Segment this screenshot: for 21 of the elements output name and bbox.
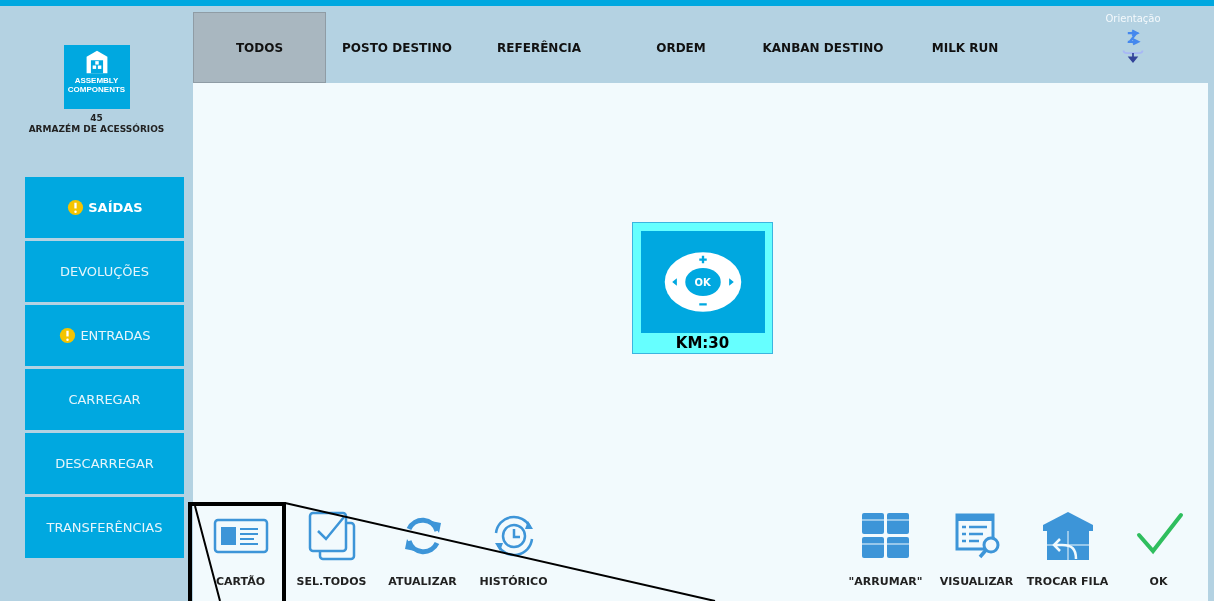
tab[interactable]: POSTO DESTINO xyxy=(326,12,468,83)
orientation-icon[interactable] xyxy=(1120,28,1146,66)
kanban-card[interactable]: OK KM:30 xyxy=(632,222,773,354)
warehouse-name: ARMAZÉM DE ACESSÓRIOS xyxy=(28,124,165,135)
toolbar-button[interactable]: SEL.TODOS xyxy=(286,503,377,601)
warehouse-number: 45 xyxy=(90,113,103,123)
ok-label: OK xyxy=(694,276,711,288)
tab[interactable]: REFERÊNCIA xyxy=(468,12,610,83)
toolbar-button[interactable]: OK xyxy=(1113,503,1204,601)
logo-text: ASSEMBLY COMPONENTS xyxy=(66,76,127,94)
orientation-label: Orientação xyxy=(1105,13,1161,24)
toolbar-button[interactable]: HISTÓRICO xyxy=(468,503,559,601)
tab[interactable]: MILK RUN xyxy=(894,12,1036,83)
tab[interactable]: ORDEM xyxy=(610,12,752,83)
toolbar-button[interactable]: TROCAR FILA xyxy=(1022,503,1113,601)
toolbar-button[interactable]: ATUALIZAR xyxy=(377,503,468,601)
card-label: KM:30 xyxy=(675,333,730,353)
toolbar-button[interactable]: "ARRUMAR" xyxy=(840,503,931,601)
toolbar-button[interactable]: VISUALIZAR xyxy=(931,503,1022,601)
tab[interactable]: TODOS xyxy=(193,12,326,83)
tab[interactable]: KANBAN DESTINO xyxy=(752,12,894,83)
